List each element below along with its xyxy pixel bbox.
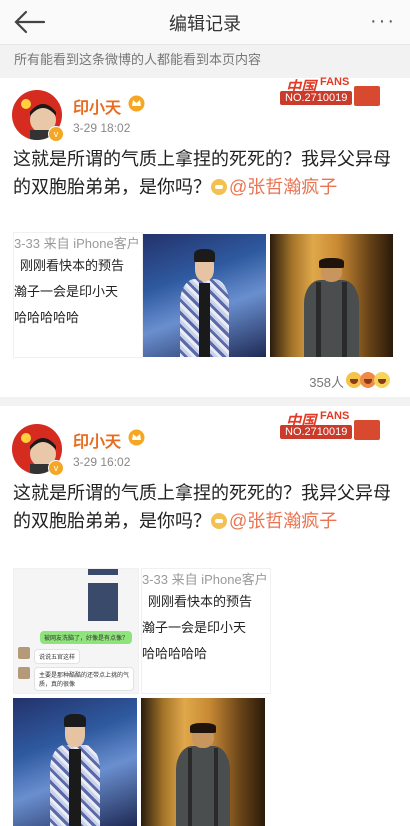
chat-line: 哈哈哈哈哈 bbox=[14, 310, 80, 325]
happy-emoji-icon bbox=[374, 372, 390, 388]
page-title: 编辑记录 bbox=[169, 14, 241, 34]
tiananmen-icon bbox=[354, 420, 380, 440]
post-image-chat[interactable]: 3-33 来自 iPhone客户 刚刚看快本的预告 瀚子一会是印小天 哈哈哈哈哈 bbox=[13, 232, 143, 358]
post-image-lamp[interactable] bbox=[141, 698, 265, 826]
post-time: 3-29 16:02 bbox=[73, 455, 131, 469]
vip-crown-icon bbox=[128, 95, 145, 112]
fans-badge: 中国 FANS NO.2710019 bbox=[274, 76, 380, 108]
doge-emoji-icon bbox=[211, 179, 227, 195]
verified-badge-icon: v bbox=[48, 126, 64, 142]
top-bar: 编辑记录 ··· bbox=[0, 0, 410, 45]
person-figure bbox=[304, 258, 359, 357]
visibility-notice: 所有能看到这条微博的人都能看到本页内容 bbox=[0, 45, 410, 75]
edit-record-post: v 印小天 3-29 18:02 中国 FANS NO.2710019 这就是所… bbox=[0, 76, 410, 397]
post-text: 这就是所谓的气质上拿捏的死死的？我异父异母的双胞胎弟弟，是你吗？ @张哲瀚疯子 bbox=[13, 145, 398, 201]
chat-line: 3-33 来自 iPhone客户 bbox=[142, 572, 268, 587]
reaction-count[interactable]: 358人 bbox=[309, 372, 344, 391]
fans-badge-number: NO.2710019 bbox=[280, 91, 353, 105]
username[interactable]: 印小天 bbox=[73, 428, 121, 452]
fans-badge-en: FANS bbox=[320, 410, 350, 422]
fans-badge-number: NO.2710019 bbox=[280, 425, 353, 439]
post-image-mini-chat[interactable]: 被网友洗脑了，好像是有点像？ 说说五官这样 主要是那种酷酷的还带点上挑的气质，真… bbox=[13, 568, 139, 694]
mention-link[interactable]: @张哲瀚疯子 bbox=[229, 177, 337, 197]
edit-record-post: v 印小天 3-29 16:02 中国 FANS NO.2710019 这就是所… bbox=[0, 406, 410, 826]
mention-link[interactable]: @张哲瀚疯子 bbox=[229, 511, 337, 531]
mini-photo bbox=[88, 583, 118, 621]
mini-photo bbox=[88, 569, 118, 575]
mini-chat-bubble: 主要是那种酷酷的还带点上挑的气质，真的很像 bbox=[34, 667, 134, 691]
more-options-icon[interactable]: ··· bbox=[370, 10, 396, 33]
mini-chat-bubble: 说说五官这样 bbox=[34, 649, 81, 664]
person-figure bbox=[175, 723, 231, 826]
username[interactable]: 印小天 bbox=[73, 94, 121, 118]
fans-badge: 中国 FANS NO.2710019 bbox=[274, 410, 380, 442]
chat-line: 刚刚看快本的预告 bbox=[20, 258, 125, 273]
chat-line: 瀚子一会是印小天 bbox=[142, 620, 247, 635]
person-figure bbox=[50, 713, 100, 826]
mini-chat-bubble: 被网友洗脑了，好像是有点像？ bbox=[40, 631, 133, 644]
tiananmen-icon bbox=[354, 86, 380, 106]
post-image-stage[interactable] bbox=[143, 234, 266, 357]
post-image-chat[interactable]: 3-33 来自 iPhone客户 刚刚看快本的预告 瀚子一会是印小天 哈哈哈哈哈 bbox=[141, 568, 271, 694]
chat-line: 瀚子一会是印小天 bbox=[14, 284, 119, 299]
post-image-lamp[interactable] bbox=[270, 234, 393, 357]
mini-avatar bbox=[18, 667, 30, 679]
post-text: 这就是所谓的气质上拿捏的死死的？我异父异母的双胞胎弟弟，是你吗？ @张哲瀚疯子 bbox=[13, 479, 398, 535]
person-figure bbox=[179, 249, 230, 357]
doge-emoji-icon bbox=[211, 513, 227, 529]
post-time: 3-29 18:02 bbox=[73, 121, 131, 135]
vip-crown-icon bbox=[128, 429, 145, 446]
post-image-stage[interactable] bbox=[13, 698, 137, 826]
mini-avatar bbox=[18, 647, 30, 659]
chat-line: 哈哈哈哈哈 bbox=[142, 646, 208, 661]
verified-badge-icon: v bbox=[48, 460, 64, 476]
chat-line: 刚刚看快本的预告 bbox=[148, 594, 253, 609]
chat-line: 3-33 来自 iPhone客户 bbox=[14, 236, 140, 251]
fans-badge-en: FANS bbox=[320, 76, 350, 88]
